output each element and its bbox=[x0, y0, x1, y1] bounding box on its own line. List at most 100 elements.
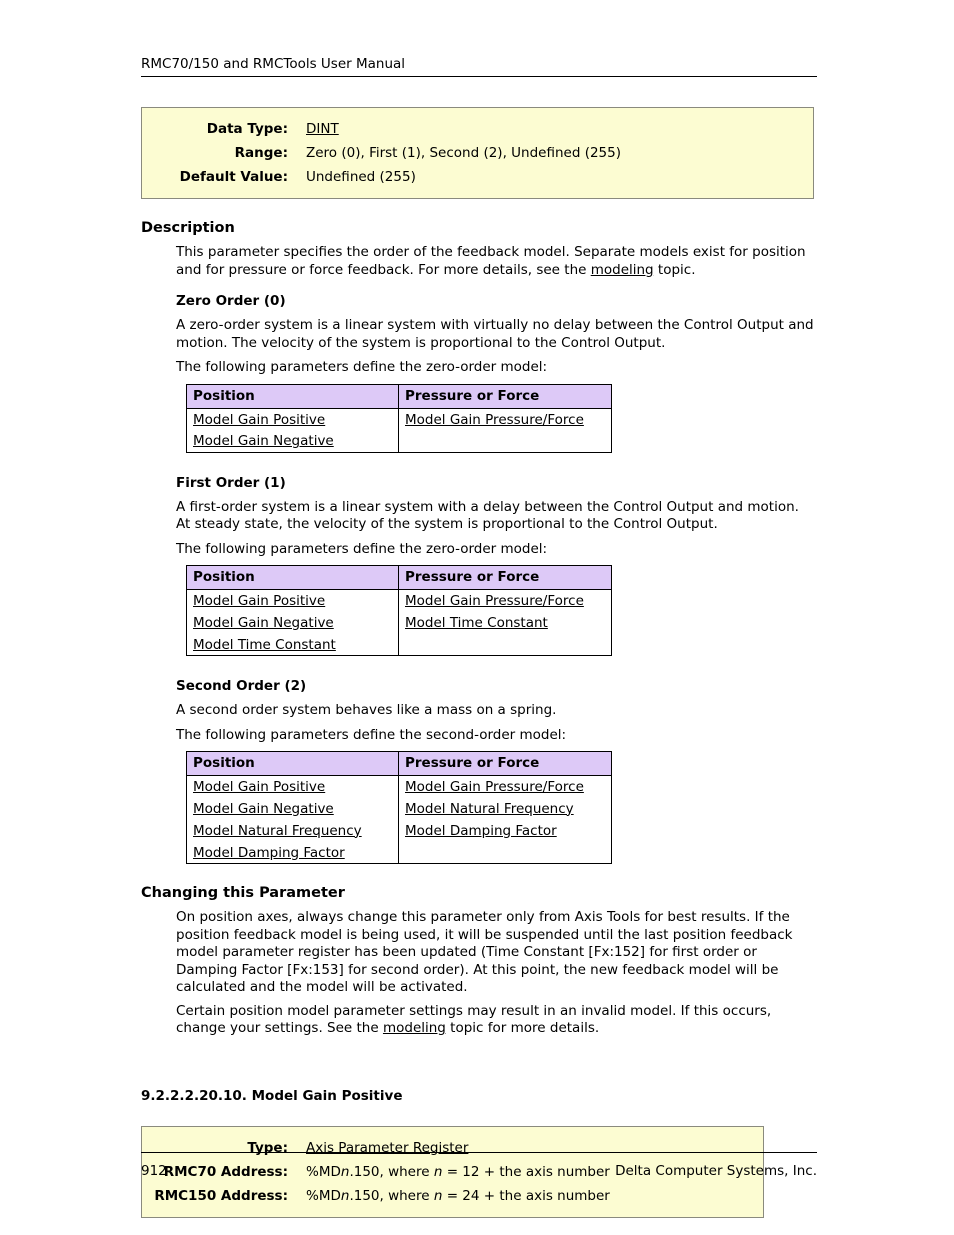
column-header-pressure-force: Pressure or Force bbox=[398, 383, 612, 409]
value-range: Zero (0), First (1), Second (2), Undefin… bbox=[306, 145, 621, 161]
heading-model-gain-positive: 9.2.2.2.20.10. Model Gain Positive bbox=[141, 1087, 403, 1104]
parameter-row-default-value: Default Value: Undefined (255) bbox=[142, 165, 813, 189]
register-row-rmc150-address: RMC150 Address: %MDn.150, where n = 24 +… bbox=[142, 1184, 763, 1208]
column-header-position: Position bbox=[186, 383, 399, 409]
modeling-link-changing[interactable]: modeling bbox=[383, 1020, 446, 1036]
table-row: Model Damping Factor bbox=[186, 841, 612, 864]
table-cell bbox=[398, 633, 612, 656]
value-rmc150-address: %MDn.150, where n = 24 + the axis number bbox=[288, 1184, 610, 1208]
first-order-paragraph: A first-order system is a linear system … bbox=[176, 498, 799, 533]
table-cell bbox=[398, 430, 612, 453]
first-order-table: Position Pressure or Force Model Gain Po… bbox=[186, 565, 612, 656]
param-link[interactable]: Model Gain Pressure/Force bbox=[405, 412, 584, 428]
addr-mid: .150, where bbox=[349, 1187, 434, 1204]
description-intro-part2: topic. bbox=[653, 261, 696, 278]
column-header-position: Position bbox=[186, 751, 399, 776]
addr-prefix: %MD bbox=[306, 1187, 341, 1204]
table-row: Model Gain Positive Model Gain Pressure/… bbox=[186, 589, 612, 612]
table-cell: Model Gain Negative bbox=[186, 430, 399, 453]
zero-order-table: Position Pressure or Force Model Gain Po… bbox=[186, 383, 612, 453]
column-header-pressure-force: Pressure or Force bbox=[398, 565, 612, 590]
param-link[interactable]: Model Gain Positive bbox=[193, 593, 325, 609]
column-header-pressure-force: Pressure or Force bbox=[398, 751, 612, 776]
param-link[interactable]: Model Natural Frequency bbox=[193, 823, 362, 839]
label-data-type: Data Type: bbox=[206, 121, 288, 137]
param-link[interactable]: Model Gain Negative bbox=[193, 615, 334, 631]
footer-page-number: 912 bbox=[141, 1163, 167, 1179]
second-order-table-intro: The following parameters define the seco… bbox=[176, 726, 567, 743]
label-rmc150-address: RMC150 Address: bbox=[154, 1187, 288, 1204]
parameter-summary-box: Data Type: DINT Range: Zero (0), First (… bbox=[141, 107, 814, 199]
param-link[interactable]: Model Gain Pressure/Force bbox=[405, 593, 584, 609]
table-row: Model Natural Frequency Model Damping Fa… bbox=[186, 819, 612, 842]
table-cell: Model Gain Positive bbox=[186, 775, 399, 798]
changing-p2-part2: topic for more details. bbox=[445, 1020, 600, 1036]
table-cell: Model Gain Positive bbox=[186, 589, 399, 612]
modeling-link-intro[interactable]: modeling bbox=[591, 262, 654, 278]
second-order-table: Position Pressure or Force Model Gain Po… bbox=[186, 751, 612, 864]
description-intro-part1: This parameter specifies the order of th… bbox=[176, 244, 806, 278]
param-link[interactable]: Model Gain Pressure/Force bbox=[405, 779, 584, 795]
table-cell: Model Gain Negative bbox=[186, 611, 399, 634]
table-cell: Model Damping Factor bbox=[398, 819, 612, 842]
table-row: Model Time Constant bbox=[186, 633, 612, 656]
first-order-table-intro: The following parameters define the zero… bbox=[176, 540, 548, 557]
param-link[interactable]: Model Damping Factor bbox=[193, 845, 345, 861]
table-cell: Model Gain Negative bbox=[186, 797, 399, 820]
parameter-row-data-type: Data Type: DINT bbox=[142, 117, 813, 141]
addr-suffix: = 24 + the axis number bbox=[442, 1187, 610, 1204]
table-row: Model Gain Negative bbox=[186, 430, 612, 453]
table-header-row: Position Pressure or Force bbox=[186, 565, 612, 590]
zero-order-paragraph: A zero-order system is a linear system w… bbox=[176, 317, 814, 351]
table-row: Model Gain Positive Model Gain Pressure/… bbox=[186, 775, 612, 798]
description-intro-paragraph: This parameter specifies the order of th… bbox=[176, 244, 817, 279]
value-data-type: DINT bbox=[288, 117, 339, 141]
second-order-paragraph: A second order system behaves like a mas… bbox=[176, 702, 557, 718]
table-row: Model Gain Negative Model Natural Freque… bbox=[186, 797, 612, 820]
heading-zero-order: Zero Order (0) bbox=[176, 293, 286, 309]
heading-first-order: First Order (1) bbox=[176, 474, 286, 491]
heading-second-order: Second Order (2) bbox=[176, 678, 307, 694]
param-link[interactable]: Model Gain Negative bbox=[193, 801, 334, 817]
table-row: Model Gain Negative Model Time Constant bbox=[186, 611, 612, 634]
param-link[interactable]: Model Damping Factor bbox=[405, 823, 557, 839]
zero-order-table-intro: The following parameters define the zero… bbox=[176, 359, 548, 375]
data-type-link[interactable]: DINT bbox=[306, 121, 339, 137]
table-cell: Model Natural Frequency bbox=[398, 797, 612, 820]
changing-paragraph-1: On position axes, always change this par… bbox=[176, 909, 793, 995]
header-rule bbox=[141, 76, 817, 77]
param-link[interactable]: Model Gain Negative bbox=[193, 433, 334, 449]
parameter-row-range: Range: Zero (0), First (1), Second (2), … bbox=[142, 141, 813, 165]
document-page: RMC70/150 and RMCTools User Manual Data … bbox=[0, 0, 954, 1235]
param-link[interactable]: Model Time Constant bbox=[193, 637, 336, 653]
table-header-row: Position Pressure or Force bbox=[186, 383, 612, 409]
param-link[interactable]: Model Gain Positive bbox=[193, 779, 325, 795]
heading-description: Description bbox=[141, 220, 235, 236]
label-default-value: Default Value: bbox=[179, 169, 288, 185]
table-cell: Model Gain Pressure/Force bbox=[398, 775, 612, 798]
param-link[interactable]: Model Gain Positive bbox=[193, 412, 325, 428]
changing-paragraph-2: Certain position model parameter setting… bbox=[176, 1003, 817, 1038]
table-cell: Model Time Constant bbox=[186, 633, 399, 656]
table-cell bbox=[398, 841, 612, 864]
table-cell: Model Time Constant bbox=[398, 611, 612, 634]
running-header-title: RMC70/150 and RMCTools User Manual bbox=[141, 56, 406, 72]
table-cell: Model Gain Pressure/Force bbox=[398, 589, 612, 612]
label-range: Range: bbox=[234, 145, 288, 161]
param-link[interactable]: Model Time Constant bbox=[405, 615, 548, 631]
param-link[interactable]: Model Natural Frequency bbox=[405, 801, 574, 817]
page-footer: 912 Delta Computer Systems, Inc. bbox=[141, 1152, 817, 1180]
running-header: RMC70/150 and RMCTools User Manual bbox=[141, 56, 817, 77]
footer-company: Delta Computer Systems, Inc. bbox=[615, 1163, 817, 1179]
page-content: Data Type: DINT Range: Zero (0), First (… bbox=[141, 107, 817, 1218]
value-default-value: Undefined (255) bbox=[306, 169, 416, 185]
table-row: Model Gain Positive Model Gain Pressure/… bbox=[186, 408, 612, 430]
heading-changing-this-parameter: Changing this Parameter bbox=[141, 885, 345, 901]
column-header-position: Position bbox=[186, 565, 399, 590]
table-header-row: Position Pressure or Force bbox=[186, 751, 612, 776]
table-cell: Model Natural Frequency bbox=[186, 819, 399, 842]
footer-row: 912 Delta Computer Systems, Inc. bbox=[141, 1153, 817, 1180]
